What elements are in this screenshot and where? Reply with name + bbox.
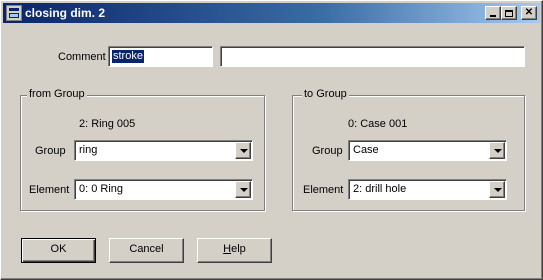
dialog-window: closing dim. 2 ✕ Comment stroke from Gro… — [0, 0, 543, 280]
cancel-button[interactable]: Cancel — [109, 238, 184, 263]
to-element-label: Element — [303, 184, 344, 196]
help-button[interactable]: Help — [197, 238, 272, 263]
window-title: closing dim. 2 — [25, 6, 106, 20]
chevron-down-icon[interactable] — [235, 181, 251, 198]
comment-short-value: stroke — [112, 50, 144, 63]
from-group-select-value: ring — [79, 144, 98, 156]
to-group-select-value: Case — [353, 144, 379, 156]
comment-label: Comment — [58, 51, 106, 63]
maximize-icon — [505, 9, 513, 17]
to-element-select[interactable]: 2: drill hole — [348, 179, 507, 200]
maximize-button[interactable] — [501, 6, 517, 20]
from-group-info: 2: Ring 005 — [79, 118, 136, 130]
from-group-group-label: Group — [35, 145, 66, 157]
to-element-select-value: 2: drill hole — [353, 183, 407, 195]
ok-button[interactable]: OK — [21, 238, 96, 263]
from-element-select-value: 0: 0 Ring — [79, 183, 124, 195]
close-button[interactable]: ✕ — [521, 6, 537, 20]
from-group-legend: from Group — [27, 88, 87, 101]
chevron-down-icon[interactable] — [235, 142, 251, 159]
chevron-down-icon[interactable] — [489, 142, 505, 159]
help-button-label: elp — [231, 243, 246, 255]
help-button-accel: H — [223, 243, 232, 255]
title-bar[interactable]: closing dim. 2 ✕ — [3, 3, 540, 23]
minimize-icon — [490, 15, 496, 17]
minimize-button[interactable] — [485, 6, 501, 20]
to-group-info: 0: Case 001 — [348, 118, 408, 130]
comment-short-input[interactable]: stroke — [108, 46, 213, 67]
from-group-select[interactable]: ring — [74, 140, 253, 161]
from-element-select[interactable]: 0: 0 Ring — [74, 179, 253, 200]
from-element-label: Element — [29, 184, 70, 196]
app-icon[interactable] — [6, 5, 22, 21]
chevron-down-icon[interactable] — [489, 181, 505, 198]
comment-long-input[interactable] — [220, 46, 525, 67]
to-group-select[interactable]: Case — [348, 140, 507, 161]
close-icon: ✕ — [524, 7, 534, 18]
to-group-group-label: Group — [312, 145, 343, 157]
to-group-legend: to Group — [302, 88, 349, 101]
